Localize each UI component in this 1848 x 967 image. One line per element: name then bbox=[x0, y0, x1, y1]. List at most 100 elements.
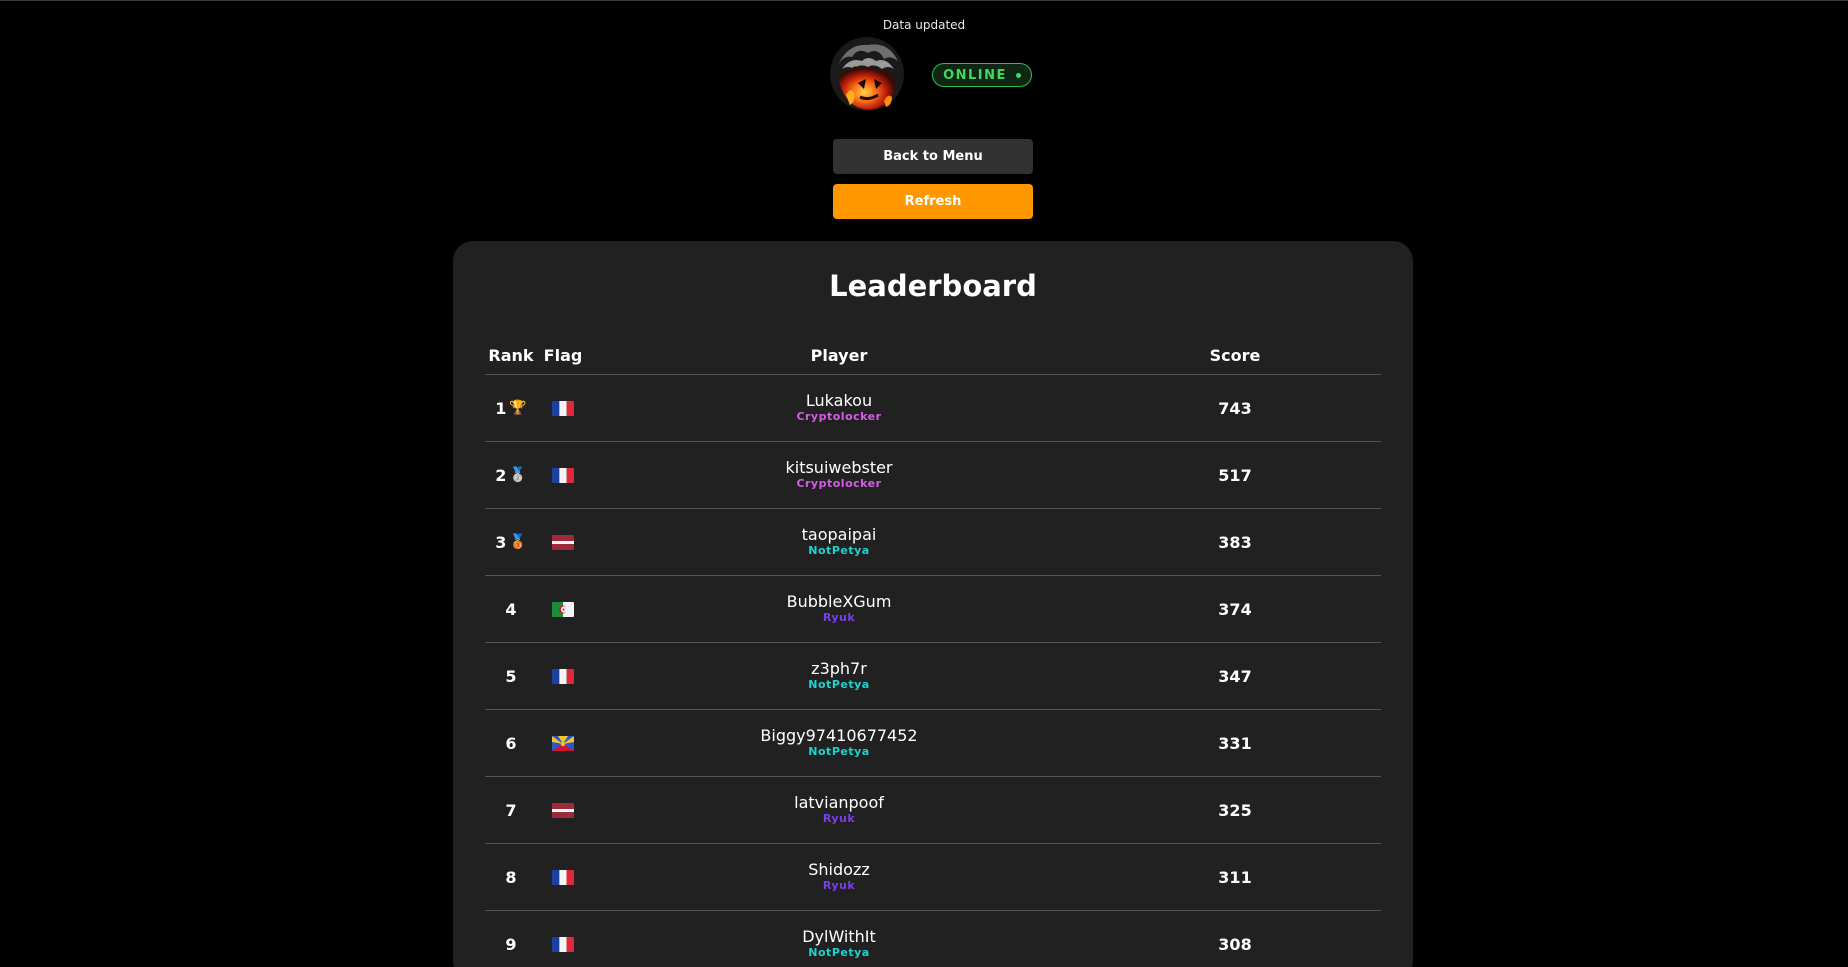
player-name: Shidozz bbox=[808, 860, 870, 879]
rank-number: 1 bbox=[495, 398, 507, 418]
score-cell: 347 bbox=[1218, 666, 1252, 686]
player-team: NotPetya bbox=[808, 678, 870, 691]
player-cell: Shidozz Ryuk bbox=[589, 861, 1089, 893]
score-cell: 517 bbox=[1218, 465, 1252, 485]
table-header: Rank Flag Player Score bbox=[485, 337, 1381, 375]
flag-cell bbox=[537, 802, 589, 818]
table-row: 4 BubbleXGum Ryuk 374 bbox=[485, 576, 1381, 643]
player-name: Biggy97410677452 bbox=[760, 726, 918, 745]
player-team: Ryuk bbox=[822, 879, 856, 892]
player-team: Ryuk bbox=[822, 611, 856, 624]
data-updated-status: Data updated bbox=[882, 18, 966, 32]
player-name: taopaipai bbox=[801, 525, 877, 544]
player-team: Cryptolocker bbox=[796, 477, 882, 490]
rank-number: 8 bbox=[505, 867, 517, 887]
table-body: 1 🏆 Lukakou Cryptolocker 743 2 🥈 kitsuiwebster C… bbox=[485, 375, 1381, 967]
player-name: Lukakou bbox=[805, 391, 873, 410]
france-flag-icon bbox=[552, 869, 574, 885]
refresh-button[interactable]: Refresh bbox=[833, 184, 1033, 219]
flag-column-header: Flag bbox=[543, 346, 583, 365]
online-label: ONLINE bbox=[943, 67, 1007, 83]
rank-cell: 7 bbox=[485, 801, 537, 820]
table-row: 7 latvianpoof Ryuk 325 bbox=[485, 777, 1381, 844]
leaderboard-page: Data updated ONLINE Back to Menu Refresh… bbox=[0, 0, 1848, 967]
rank-cell: 3 🥉 bbox=[485, 533, 537, 552]
score-cell: 374 bbox=[1218, 599, 1252, 619]
player-cell: DylWithIt NotPetya bbox=[589, 928, 1089, 960]
rank-value: 7 bbox=[505, 801, 516, 820]
france-flag-icon bbox=[552, 936, 574, 952]
player-team: Ryuk bbox=[822, 812, 856, 825]
player-cell: latvianpoof Ryuk bbox=[589, 794, 1089, 826]
player-name: BubbleXGum bbox=[786, 592, 892, 611]
rank-value: 5 bbox=[505, 667, 516, 686]
rank-value: 2 🥈 bbox=[495, 466, 527, 485]
player-column-header: Player bbox=[810, 346, 868, 365]
online-status-badge: ONLINE bbox=[932, 63, 1032, 87]
player-team: NotPetya bbox=[808, 544, 870, 557]
rank-value: 3 🥉 bbox=[495, 533, 527, 552]
table-row: 2 🥈 kitsuiwebster Cryptolocker 517 bbox=[485, 442, 1381, 509]
score-cell: 331 bbox=[1218, 733, 1252, 753]
rank-number: 6 bbox=[505, 733, 517, 753]
player-name: latvianpoof bbox=[794, 793, 884, 812]
rank-number: 7 bbox=[505, 800, 517, 820]
table-row: 8 Shidozz Ryuk 311 bbox=[485, 844, 1381, 911]
latvia-flag-icon bbox=[552, 802, 574, 818]
flag-cell bbox=[537, 735, 589, 751]
rank-cell: 2 🥈 bbox=[485, 466, 537, 485]
rank-number: 3 bbox=[495, 532, 507, 552]
silver-medal-icon: 🥈 bbox=[509, 467, 527, 483]
table-row: 1 🏆 Lukakou Cryptolocker 743 bbox=[485, 375, 1381, 442]
player-cell: z3ph7r NotPetya bbox=[589, 660, 1089, 692]
online-dot-icon bbox=[1015, 72, 1021, 78]
table-row: 6 Biggy97410677452 NotPetya 331 bbox=[485, 710, 1381, 777]
flag-cell bbox=[537, 534, 589, 550]
player-team: NotPetya bbox=[808, 946, 870, 959]
player-cell: Lukakou Cryptolocker bbox=[589, 392, 1089, 424]
france-flag-icon bbox=[552, 400, 574, 416]
rank-cell: 4 bbox=[485, 600, 537, 619]
reunion-flag-icon bbox=[552, 735, 574, 751]
france-flag-icon bbox=[552, 467, 574, 483]
leaderboard-panel: Leaderboard Rank Flag Player Score 1 🏆 Luk… bbox=[453, 241, 1413, 967]
player-cell: kitsuiwebster Cryptolocker bbox=[589, 459, 1089, 491]
rank-cell: 8 bbox=[485, 868, 537, 887]
player-cell: BubbleXGum Ryuk bbox=[589, 593, 1089, 625]
rank-cell: 5 bbox=[485, 667, 537, 686]
rank-cell: 6 bbox=[485, 734, 537, 753]
rank-value: 6 bbox=[505, 734, 516, 753]
rank-number: 5 bbox=[505, 666, 517, 686]
france-flag-icon bbox=[552, 668, 574, 684]
player-name: kitsuiwebster bbox=[785, 458, 893, 477]
player-name: z3ph7r bbox=[811, 659, 867, 678]
player-cell: Biggy97410677452 NotPetya bbox=[589, 727, 1089, 759]
score-column-header: Score bbox=[1209, 346, 1261, 365]
rank-cell: 1 🏆 bbox=[485, 399, 537, 418]
flag-cell bbox=[537, 601, 589, 617]
flag-cell bbox=[537, 467, 589, 483]
rank-value: 1 🏆 bbox=[495, 399, 527, 418]
score-cell: 743 bbox=[1218, 398, 1252, 418]
table-row: 9 DylWithIt NotPetya 308 bbox=[485, 911, 1381, 967]
rank-number: 4 bbox=[505, 599, 517, 619]
bronze-medal-icon: 🥉 bbox=[509, 534, 527, 550]
flag-cell bbox=[537, 668, 589, 684]
score-cell: 311 bbox=[1218, 867, 1252, 887]
score-cell: 325 bbox=[1218, 800, 1252, 820]
latvia-flag-icon bbox=[552, 534, 574, 550]
leaderboard-table: Rank Flag Player Score 1 🏆 Lukakou Cryptolo… bbox=[485, 337, 1381, 967]
rank-value: 4 bbox=[505, 600, 516, 619]
leaderboard-title: Leaderboard bbox=[829, 269, 1037, 303]
back-to-menu-button[interactable]: Back to Menu bbox=[833, 139, 1033, 174]
player-team: NotPetya bbox=[808, 745, 870, 758]
rank-cell: 9 bbox=[485, 935, 537, 954]
fire-skull-icon bbox=[830, 37, 904, 111]
table-row: 5 z3ph7r NotPetya 347 bbox=[485, 643, 1381, 710]
player-cell: taopaipai NotPetya bbox=[589, 526, 1089, 558]
flag-cell bbox=[537, 936, 589, 952]
fire-avatar-logo bbox=[828, 35, 906, 113]
algeria-flag-icon bbox=[552, 601, 574, 617]
trophy-icon: 🏆 bbox=[509, 400, 527, 416]
rank-number: 2 bbox=[495, 465, 507, 485]
